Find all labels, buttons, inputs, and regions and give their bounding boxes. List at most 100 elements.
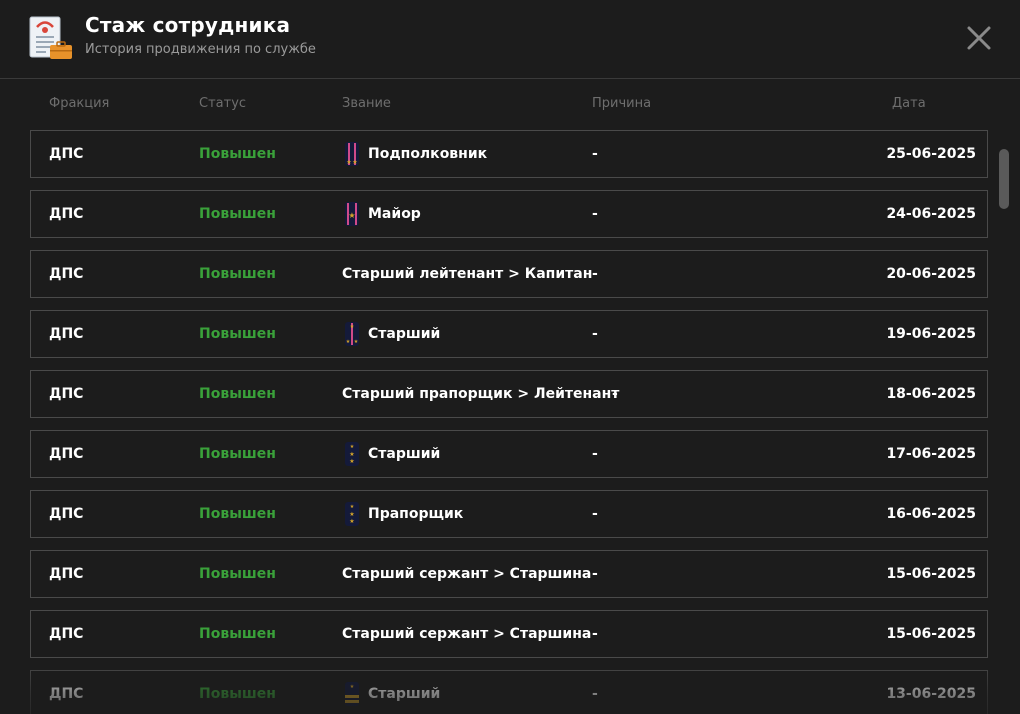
svg-text:★: ★ <box>346 339 351 345</box>
rank-cell: ★ Старший <box>342 671 440 714</box>
svg-text:★: ★ <box>348 211 355 220</box>
senior-warrant-epaulette-icon: ★ ★ ★ <box>345 442 359 466</box>
reason-cell: - <box>592 266 598 282</box>
rank-cell: Старший сержант > Старшина <box>342 611 591 657</box>
table-row: ДПС Повышен ★ ★ ★ Старший - 19-06-2025 <box>30 310 988 358</box>
lt-colonel-epaulette-icon: ★ ★ <box>345 142 359 166</box>
date-cell: 20-06-2025 <box>886 266 976 282</box>
rank-label: Старший <box>368 446 441 462</box>
svg-text:★: ★ <box>349 518 354 525</box>
column-header-status: Статус <box>199 96 247 111</box>
fraction-cell: ДПС <box>49 566 84 582</box>
column-header-rank: Звание <box>342 96 391 111</box>
senior-sergeant-epaulette-icon: ★ <box>345 682 359 706</box>
senior-lieutenant-epaulette-icon: ★ ★ ★ <box>345 322 359 346</box>
fraction-cell: ДПС <box>49 686 84 702</box>
date-cell: 16-06-2025 <box>886 506 976 522</box>
column-header-reason: Причина <box>592 96 652 111</box>
status-cell: Повышен <box>199 266 276 282</box>
table-row: ДПС Повышен Старший прапорщик > Лейтенан… <box>30 370 988 418</box>
status-cell: Повышен <box>199 506 276 522</box>
svg-text:★: ★ <box>354 339 359 345</box>
table-row: ДПС Повышен Старший сержант > Старшина -… <box>30 610 988 658</box>
status-cell: Повышен <box>199 386 276 402</box>
fraction-cell: ДПС <box>49 506 84 522</box>
header: Стаж сотрудника История продвижения по с… <box>0 0 1020 79</box>
page-subtitle: История продвижения по службе <box>85 42 316 57</box>
status-cell: Повышен <box>199 686 276 702</box>
reason-cell: - <box>592 206 598 222</box>
reason-cell: - <box>592 326 598 342</box>
fraction-cell: ДПС <box>49 386 84 402</box>
date-cell: 17-06-2025 <box>886 446 976 462</box>
rank-cell: ★ ★ ★ Прапорщик <box>342 491 463 537</box>
reason-cell: - <box>612 386 618 402</box>
rank-label: Прапорщик <box>368 506 464 522</box>
rank-label: Старший прапорщик > Лейтенант <box>342 386 620 402</box>
status-cell: Повышен <box>199 566 276 582</box>
status-cell: Повышен <box>199 326 276 342</box>
date-cell: 24-06-2025 <box>886 206 976 222</box>
fraction-cell: ДПС <box>49 626 84 642</box>
svg-text:★: ★ <box>350 444 355 450</box>
document-briefcase-icon <box>29 16 72 59</box>
svg-text:★: ★ <box>350 504 355 510</box>
rank-cell: Старший прапорщик > Лейтенант <box>342 371 619 417</box>
rank-cell: ★ ★ ★ Старший <box>342 311 440 357</box>
fraction-cell: ДПС <box>49 266 84 282</box>
status-cell: Повышен <box>199 446 276 462</box>
rank-label: Старший <box>368 686 441 702</box>
rank-cell: Старший лейтенант > Капитан <box>342 251 592 297</box>
close-icon[interactable] <box>966 25 992 51</box>
table-row: ДПС Повышен Старший сержант > Старшина -… <box>30 550 988 598</box>
svg-text:★: ★ <box>352 159 357 166</box>
rank-label: Подполковник <box>368 146 488 162</box>
fraction-cell: ДПС <box>49 206 84 222</box>
svg-text:★: ★ <box>349 451 354 458</box>
warrant-epaulette-icon: ★ ★ ★ <box>345 502 359 526</box>
rank-label: Старший сержант > Старшина <box>342 566 592 582</box>
date-cell: 15-06-2025 <box>886 626 976 642</box>
rank-cell: ★ Майор <box>342 191 421 237</box>
status-cell: Повышен <box>199 146 276 162</box>
rank-cell: ★ ★ Подполковник <box>342 131 487 177</box>
status-cell: Повышен <box>199 626 276 642</box>
rank-label: Майор <box>368 206 421 222</box>
column-header-date: Дата <box>892 96 926 111</box>
svg-text:★: ★ <box>350 324 355 330</box>
table-row: ДПС Повышен Старший лейтенант > Капитан … <box>30 250 988 298</box>
rank-cell: ★ ★ ★ Старший <box>342 431 440 477</box>
reason-cell: - <box>592 626 598 642</box>
reason-cell: - <box>592 686 598 702</box>
rank-label: Старший лейтенант > Капитан <box>342 266 593 282</box>
fraction-cell: ДПС <box>49 326 84 342</box>
reason-cell: - <box>592 446 598 462</box>
scrollbar-thumb[interactable] <box>999 149 1009 209</box>
date-cell: 19-06-2025 <box>886 326 976 342</box>
reason-cell: - <box>592 566 598 582</box>
page-title: Стаж сотрудника <box>85 13 291 37</box>
svg-text:★: ★ <box>349 458 354 465</box>
fraction-cell: ДПС <box>49 146 84 162</box>
table-row: ДПС Повышен ★ ★ Подполковник - 25-06-202… <box>30 130 988 178</box>
rank-cell: Старший сержант > Старшина <box>342 551 591 597</box>
table-row: ДПС Повышен ★ ★ ★ Прапорщик - 16-06-2025 <box>30 490 988 538</box>
column-header-fraction: Фракция <box>49 96 110 111</box>
date-cell: 13-06-2025 <box>886 686 976 702</box>
major-epaulette-icon: ★ <box>345 202 359 226</box>
date-cell: 25-06-2025 <box>886 146 976 162</box>
reason-cell: - <box>592 506 598 522</box>
date-cell: 15-06-2025 <box>886 566 976 582</box>
status-cell: Повышен <box>199 206 276 222</box>
fraction-cell: ДПС <box>49 446 84 462</box>
svg-text:★: ★ <box>346 159 351 166</box>
reason-cell: - <box>592 146 598 162</box>
table-row: ДПС Повышен ★ ★ ★ Старший - 17-06-2025 <box>30 430 988 478</box>
svg-text:★: ★ <box>350 684 355 690</box>
table-row: ДПС Повышен ★ Старший - 13-06-2025 <box>30 670 988 714</box>
date-cell: 18-06-2025 <box>886 386 976 402</box>
history-list[interactable]: ДПС Повышен ★ ★ Подполковник - 25-06-202… <box>0 130 1020 714</box>
rank-label: Старший <box>368 326 441 342</box>
rank-label: Старший сержант > Старшина <box>342 626 592 642</box>
svg-text:★: ★ <box>349 511 354 518</box>
